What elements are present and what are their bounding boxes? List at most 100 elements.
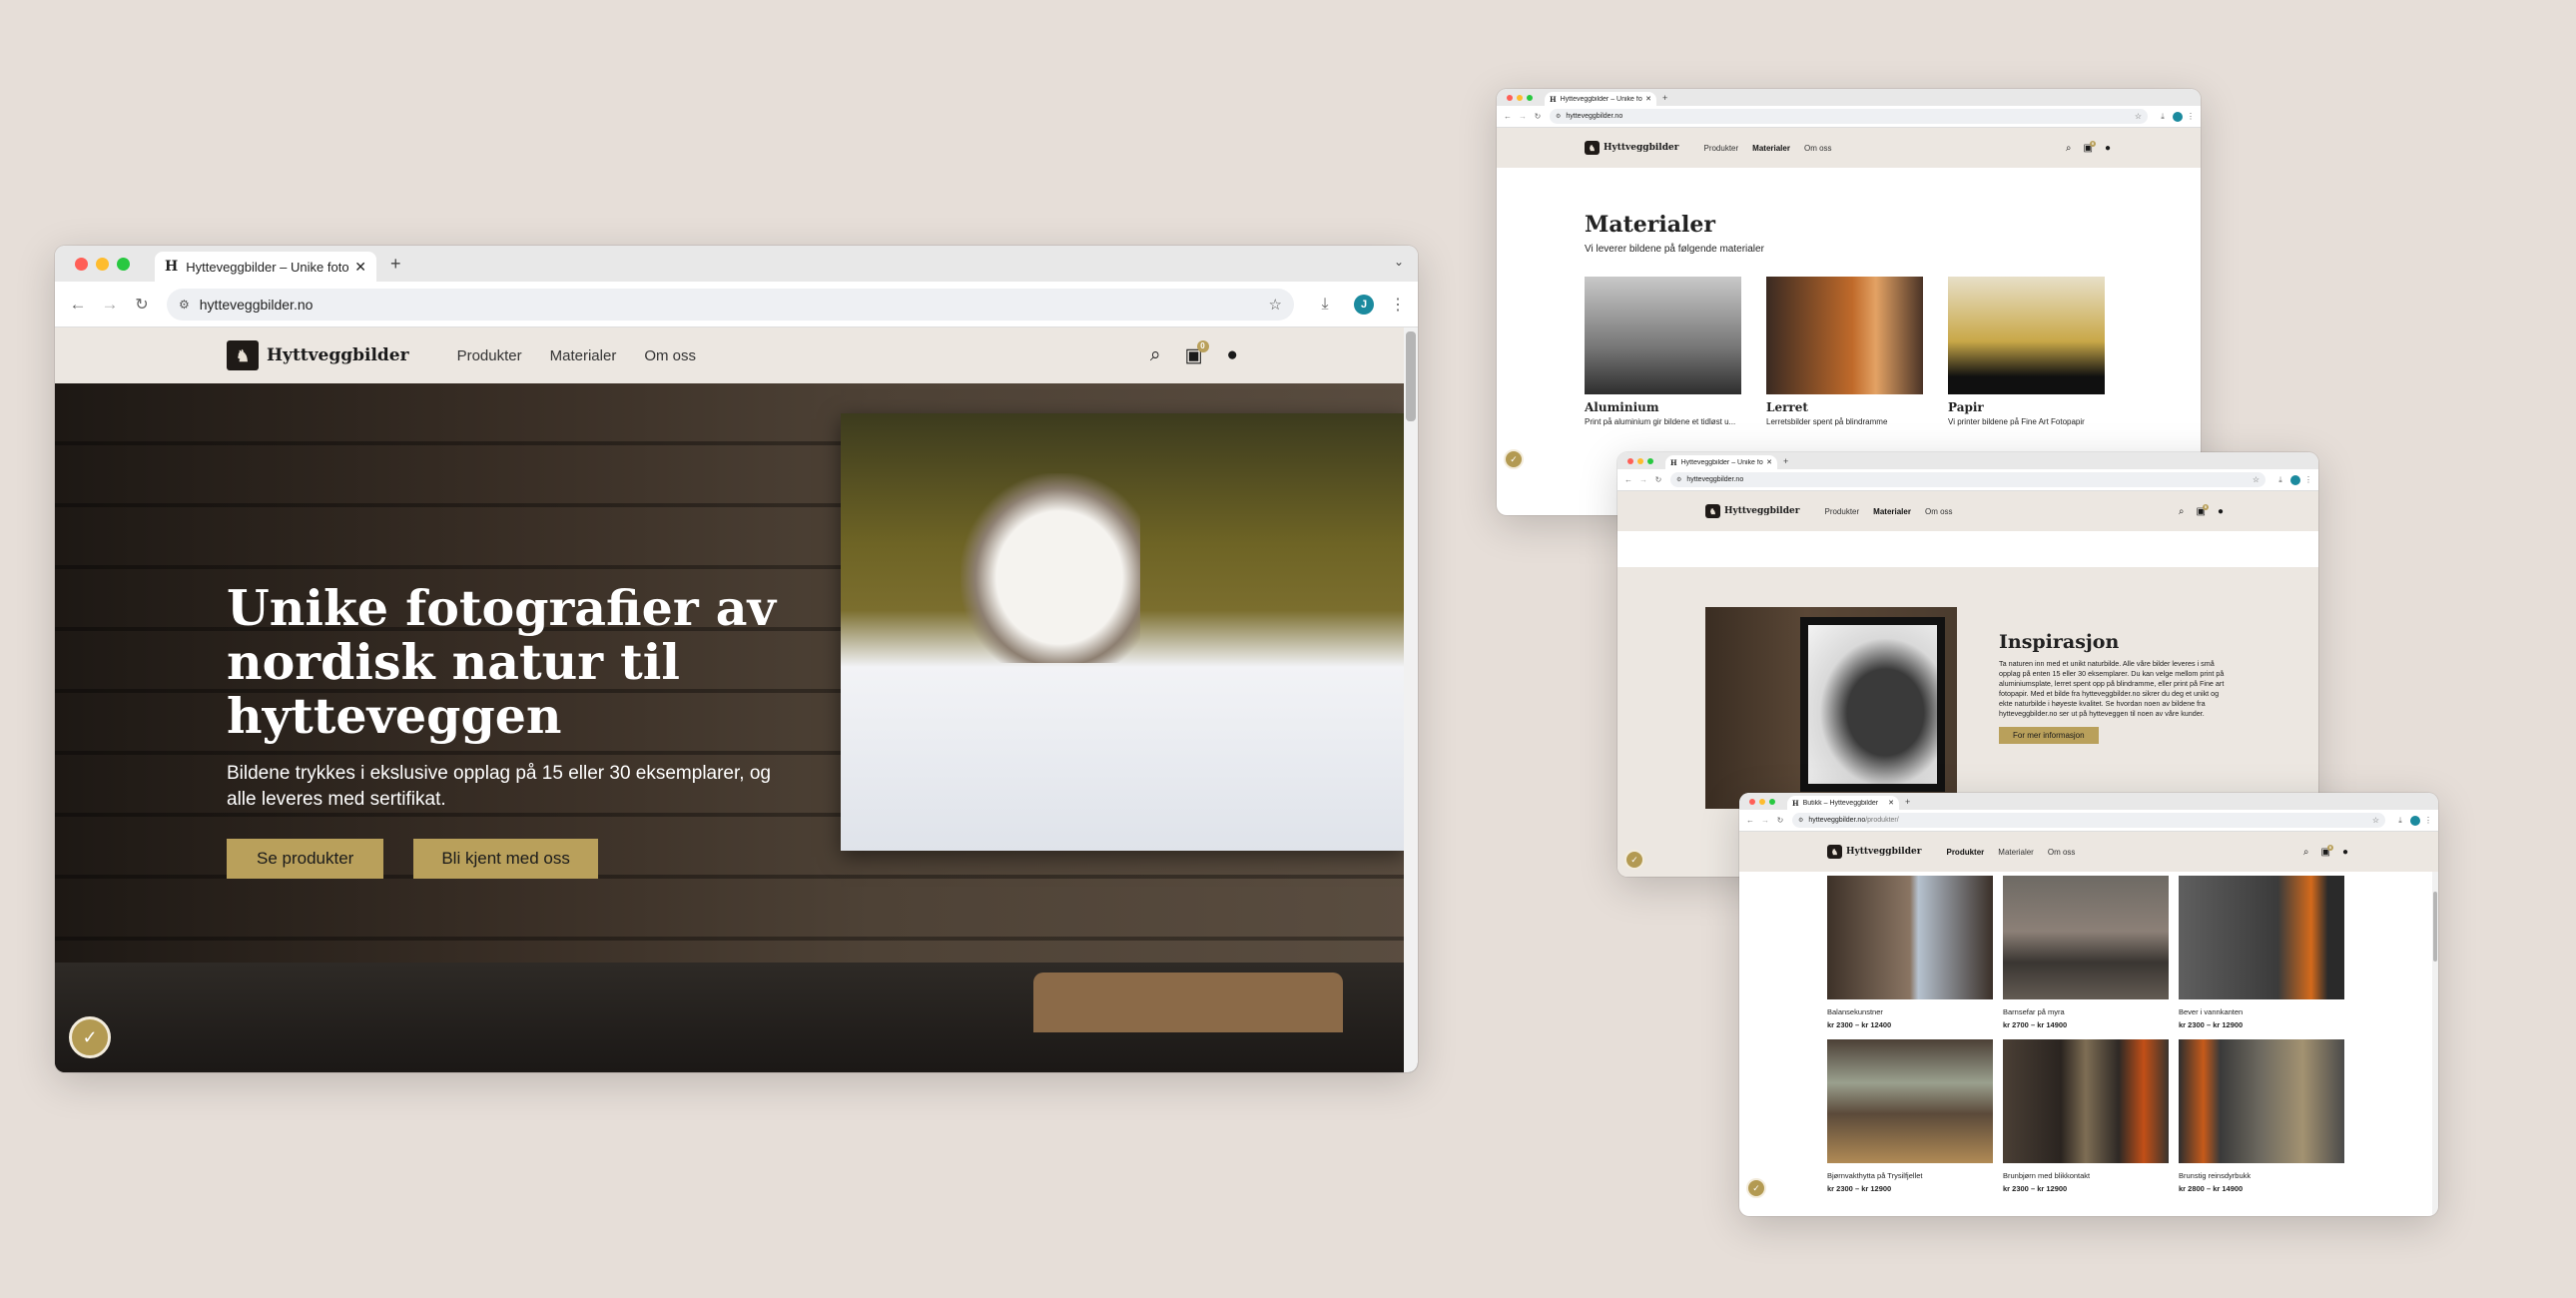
minimize-window-button[interactable] xyxy=(96,257,109,271)
browser-tab[interactable]: H Hytteveggbilder – Unike foto ✕ xyxy=(1545,92,1656,106)
browser-tab[interactable]: H Butikk – Hytteveggbilder ✕ xyxy=(1787,796,1899,810)
menu-icon[interactable]: ⋮ xyxy=(2303,475,2313,484)
profile-avatar[interactable] xyxy=(2173,111,2183,122)
user-icon[interactable]: ● xyxy=(2105,143,2111,154)
minimize-window-button[interactable] xyxy=(1637,457,1643,464)
nav-products[interactable]: Produkter xyxy=(1703,144,1738,153)
material-card[interactable]: Aluminium Print på aluminium gir bildene… xyxy=(1585,277,1741,427)
download-icon[interactable]: ⤓ xyxy=(2273,475,2287,485)
product-card[interactable]: Barnsefar på myra kr 2700 – kr 14900 xyxy=(2003,876,2169,1029)
profile-avatar[interactable] xyxy=(2290,474,2300,485)
star-icon[interactable]: ☆ xyxy=(2253,475,2259,484)
user-icon[interactable]: ● xyxy=(1227,344,1238,366)
new-tab-button[interactable]: + xyxy=(1905,797,1910,807)
browser-tab[interactable]: H Hytteveggbilder – Unike foto ✕ xyxy=(155,252,376,282)
download-icon[interactable]: ⤓ xyxy=(2156,112,2170,122)
forward-icon[interactable]: → xyxy=(1637,475,1649,484)
forward-icon[interactable]: → xyxy=(1759,816,1771,825)
forward-icon[interactable]: → xyxy=(1517,112,1529,121)
nav-products[interactable]: Produkter xyxy=(457,347,522,364)
close-tab-icon[interactable]: ✕ xyxy=(1645,95,1651,103)
more-info-button[interactable]: For mer informasjon xyxy=(1999,727,2099,744)
nav-about[interactable]: Om oss xyxy=(2048,848,2076,857)
menu-icon[interactable]: ⋮ xyxy=(2186,112,2196,121)
reload-icon[interactable]: ↻ xyxy=(1774,816,1786,825)
site-info-icon[interactable]: ⚙ xyxy=(179,298,190,312)
back-icon[interactable]: ← xyxy=(1502,112,1514,121)
download-icon[interactable]: ⤓ xyxy=(1310,296,1340,314)
close-tab-icon[interactable]: ✕ xyxy=(354,259,366,276)
cookie-icon[interactable]: ✓ xyxy=(69,1016,111,1058)
nav-products[interactable]: Produkter xyxy=(1824,507,1859,516)
site-logo[interactable]: ♞ Hyttveggbilder xyxy=(1585,141,1678,155)
site-logo[interactable]: ♞ Hyttveggbilder xyxy=(1705,504,1799,518)
cart-icon[interactable]: ▣ 0 xyxy=(2084,140,2096,154)
site-info-icon[interactable]: ⚙ xyxy=(1676,476,1681,483)
cookie-icon[interactable]: ✓ xyxy=(1746,1178,1766,1198)
cookie-icon[interactable]: ✓ xyxy=(1624,850,1644,870)
site-info-icon[interactable]: ⚙ xyxy=(1556,113,1561,120)
url-bar[interactable]: ⚙ hytteveggbilder.no ☆ xyxy=(1550,109,2148,124)
product-card[interactable]: Bever i vannkanten kr 2300 – kr 12900 xyxy=(2179,876,2344,1029)
maximize-window-button[interactable] xyxy=(1527,94,1533,101)
maximize-window-button[interactable] xyxy=(1769,798,1775,805)
product-card[interactable]: Bjørnvakthytta på Trysilfjellet kr 2300 … xyxy=(1827,1039,1993,1193)
reload-icon[interactable]: ↻ xyxy=(1652,475,1664,484)
material-card[interactable]: Lerret Lerretsbilder spent på blindramme xyxy=(1766,277,1923,427)
cart-icon[interactable]: ▣ 0 xyxy=(2197,503,2209,517)
cart-icon[interactable]: ▣ 0 xyxy=(1185,339,1209,367)
minimize-window-button[interactable] xyxy=(1759,798,1765,805)
menu-icon[interactable]: ⋮ xyxy=(2423,816,2433,825)
user-icon[interactable]: ● xyxy=(2342,847,2348,858)
minimize-window-button[interactable] xyxy=(1517,94,1523,101)
close-window-button[interactable] xyxy=(1749,798,1755,805)
menu-icon[interactable]: ⋮ xyxy=(1388,295,1408,315)
nav-materials[interactable]: Materialer xyxy=(1998,848,2034,857)
nav-materials[interactable]: Materialer xyxy=(1752,144,1790,153)
back-icon[interactable]: ← xyxy=(1744,816,1756,825)
download-icon[interactable]: ⤓ xyxy=(2393,816,2407,826)
search-icon[interactable]: ⌕ xyxy=(2303,847,2309,858)
close-tab-icon[interactable]: ✕ xyxy=(1888,799,1894,807)
about-us-button[interactable]: Bli kjent med oss xyxy=(413,839,598,879)
reload-icon[interactable]: ↻ xyxy=(1532,112,1544,121)
nav-about[interactable]: Om oss xyxy=(1804,144,1832,153)
product-card[interactable]: Balansekunstner kr 2300 – kr 12400 xyxy=(1827,876,1993,1029)
cart-icon[interactable]: ▣ 0 xyxy=(2321,844,2333,858)
reload-icon[interactable]: ↻ xyxy=(129,295,155,315)
user-icon[interactable]: ● xyxy=(2218,506,2224,517)
back-icon[interactable]: ← xyxy=(65,295,91,315)
url-bar[interactable]: ⚙ hytteveggbilder.no ☆ xyxy=(167,288,1294,321)
product-card[interactable]: Brunstig reinsdyrbukk kr 2800 – kr 14900 xyxy=(2179,1039,2344,1193)
close-tab-icon[interactable]: ✕ xyxy=(1766,458,1772,466)
star-icon[interactable]: ☆ xyxy=(2135,112,2142,121)
search-icon[interactable]: ⌕ xyxy=(1150,344,1161,366)
new-tab-button[interactable]: + xyxy=(1783,456,1788,466)
scrollbar[interactable] xyxy=(1404,327,1418,1072)
new-tab-button[interactable]: + xyxy=(1662,93,1667,103)
maximize-window-button[interactable] xyxy=(1647,457,1653,464)
profile-avatar[interactable] xyxy=(2410,815,2420,826)
browser-tab[interactable]: H Hytteveggbilder – Unike foto ✕ xyxy=(1665,455,1777,469)
back-icon[interactable]: ← xyxy=(1622,475,1634,484)
url-bar[interactable]: ⚙ hytteveggbilder.no/produkter/ ☆ xyxy=(1792,813,2385,828)
close-window-button[interactable] xyxy=(1627,457,1633,464)
scrollbar-thumb[interactable] xyxy=(1406,331,1416,421)
site-logo[interactable]: ♞ Hyttveggbilder xyxy=(1827,845,1921,859)
cookie-icon[interactable]: ✓ xyxy=(1504,449,1524,469)
see-products-button[interactable]: Se produkter xyxy=(227,839,384,879)
profile-avatar[interactable]: J xyxy=(1354,294,1374,315)
nav-about[interactable]: Om oss xyxy=(644,347,696,364)
search-icon[interactable]: ⌕ xyxy=(2179,506,2185,517)
url-bar[interactable]: ⚙ hytteveggbilder.no ☆ xyxy=(1670,472,2265,487)
nav-about[interactable]: Om oss xyxy=(1925,507,1953,516)
forward-icon[interactable]: → xyxy=(97,295,123,315)
scrollbar-thumb[interactable] xyxy=(2433,892,2437,962)
new-tab-button[interactable]: + xyxy=(390,254,401,275)
product-card[interactable]: Brunbjørn med blikkontakt kr 2300 – kr 1… xyxy=(2003,1039,2169,1193)
tab-list-chevron-icon[interactable]: ⌄ xyxy=(1394,255,1404,269)
close-window-button[interactable] xyxy=(75,257,88,271)
nav-materials[interactable]: Materialer xyxy=(1873,507,1911,516)
site-info-icon[interactable]: ⚙ xyxy=(1798,817,1803,824)
scrollbar[interactable] xyxy=(2432,872,2438,1216)
